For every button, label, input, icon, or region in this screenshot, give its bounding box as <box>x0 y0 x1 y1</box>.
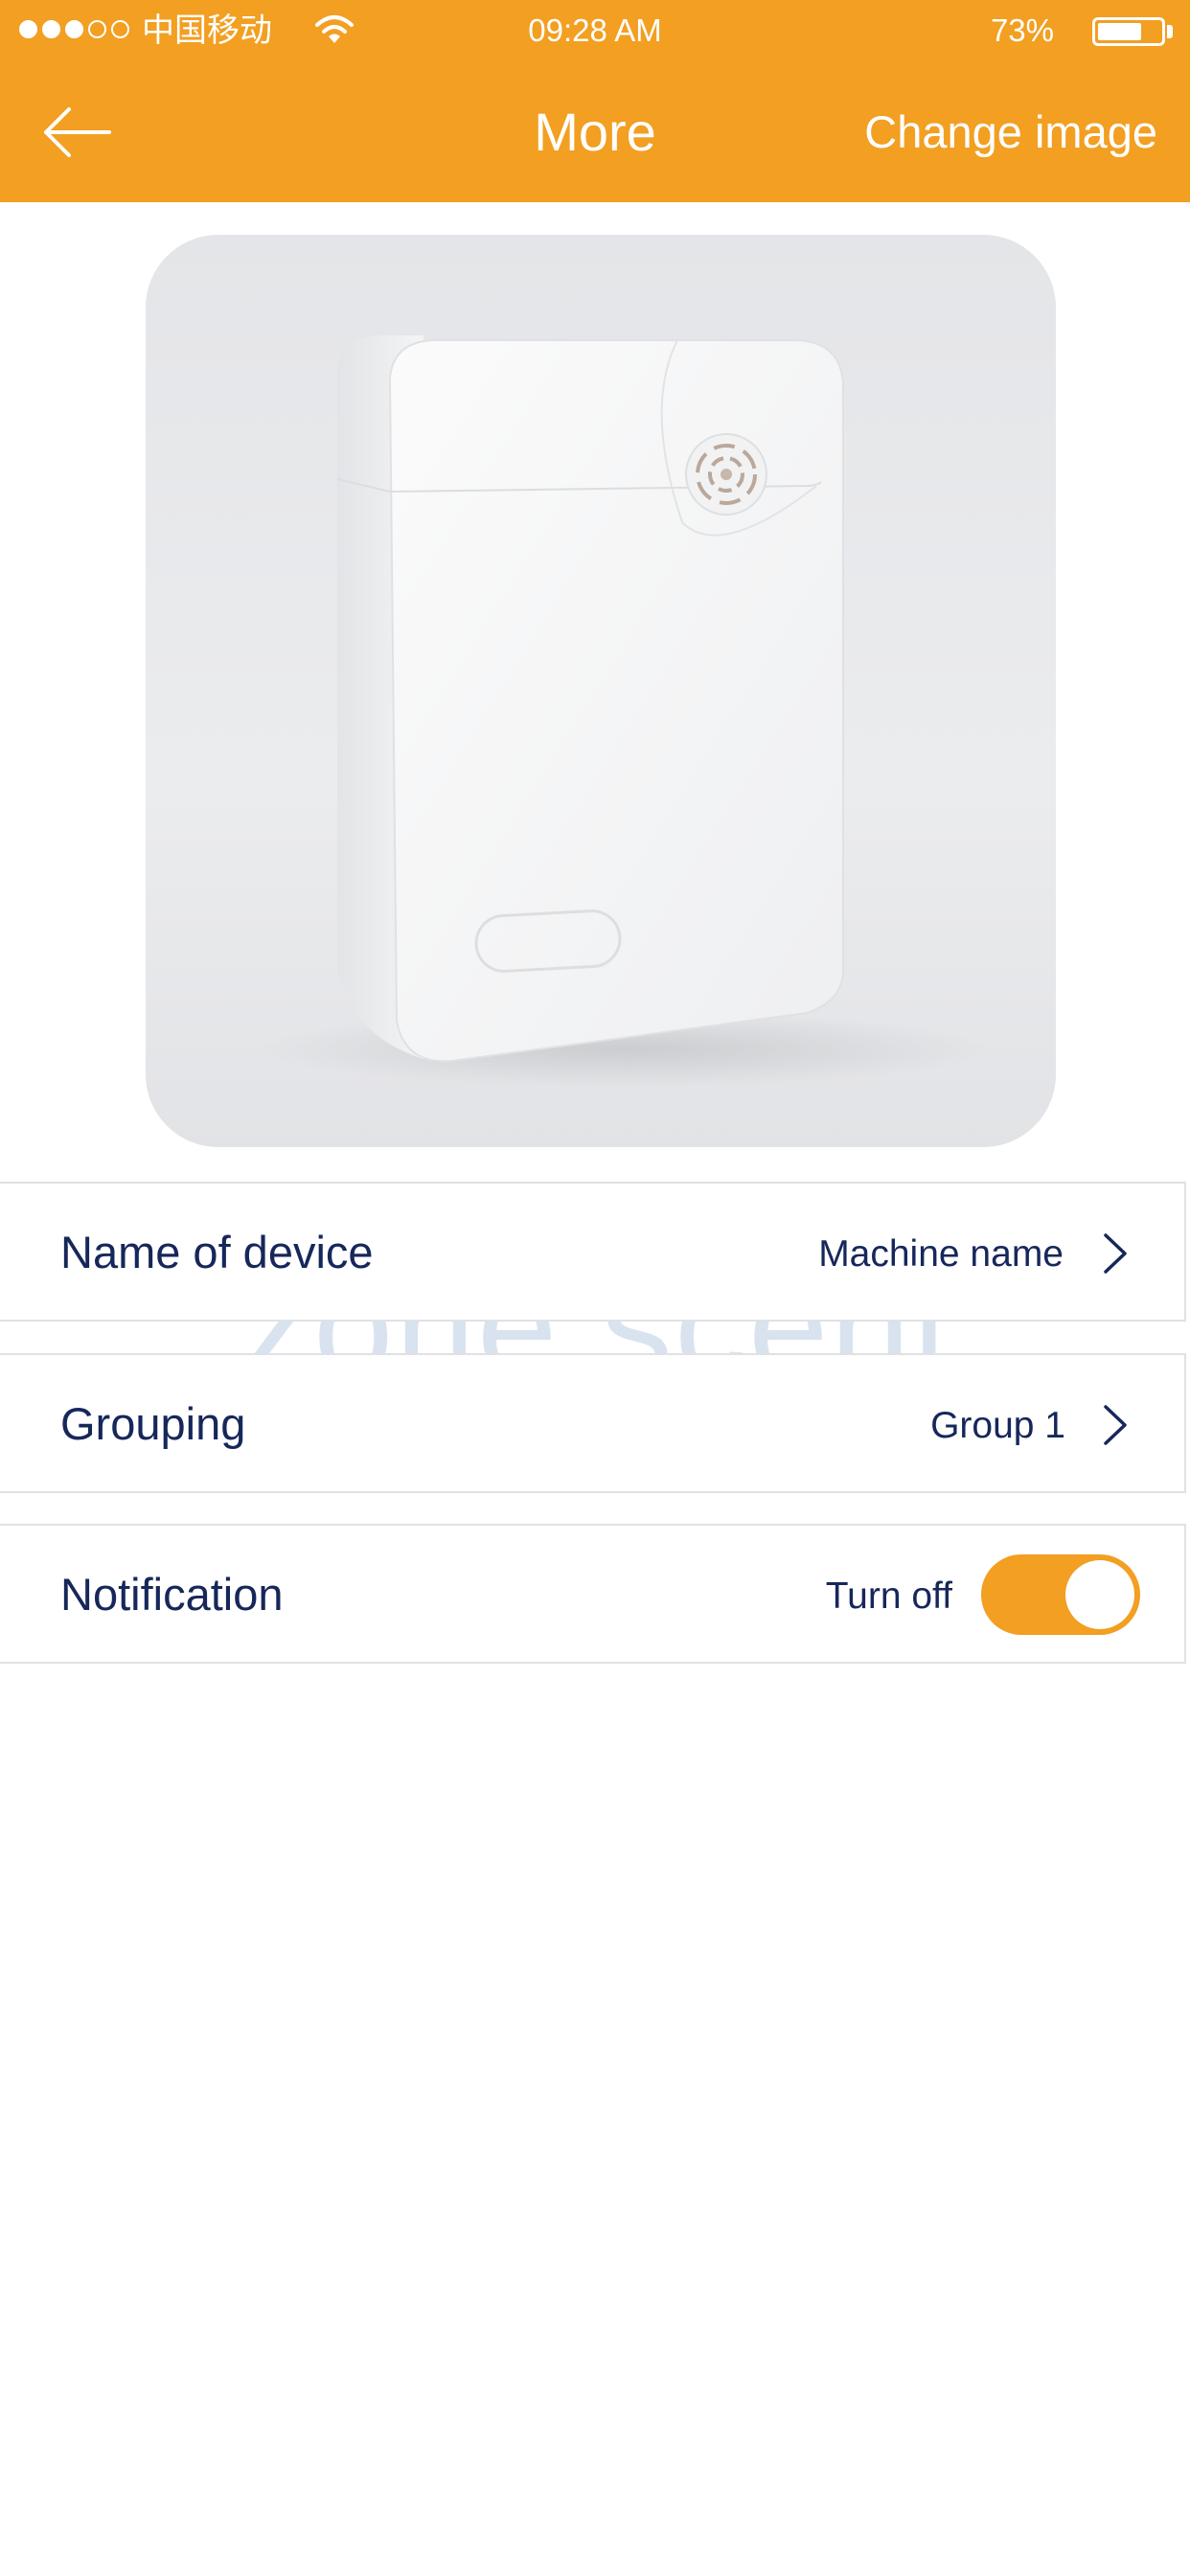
scent-diffuser-illustration <box>146 235 1056 1147</box>
notification-label: Notification <box>60 1569 284 1620</box>
battery-icon <box>1092 17 1165 46</box>
header: 中国移动 09:28 AM 73% More Change image <box>0 0 1190 202</box>
name-of-device-label: Name of device <box>60 1227 374 1277</box>
group-value: Group 1 <box>930 1405 1065 1446</box>
navigation-bar: More Change image <box>0 63 1190 202</box>
grouping-row[interactable]: Grouping Group 1 <box>0 1353 1186 1493</box>
notification-state-text: Turn off <box>825 1576 952 1617</box>
device-image <box>146 235 1056 1147</box>
status-bar: 中国移动 09:28 AM 73% <box>0 0 1190 63</box>
more-screen: 中国移动 09:28 AM 73% More Change image Name… <box>0 0 1190 2576</box>
chevron-right-icon <box>1104 1405 1127 1445</box>
battery-level <box>1098 23 1142 40</box>
battery-percentage: 73% <box>990 12 1054 48</box>
notification-row: Notification Turn off <box>0 1524 1186 1664</box>
name-of-device-row[interactable]: Name of device Machine name <box>0 1182 1186 1322</box>
notification-toggle[interactable] <box>981 1554 1140 1635</box>
grouping-label: Grouping <box>60 1398 246 1449</box>
battery-tip <box>1167 25 1173 38</box>
machine-name-value: Machine name <box>818 1233 1064 1275</box>
change-image-button[interactable]: Change image <box>864 107 1157 157</box>
chevron-right-icon <box>1104 1233 1127 1274</box>
toggle-knob <box>1065 1560 1134 1629</box>
